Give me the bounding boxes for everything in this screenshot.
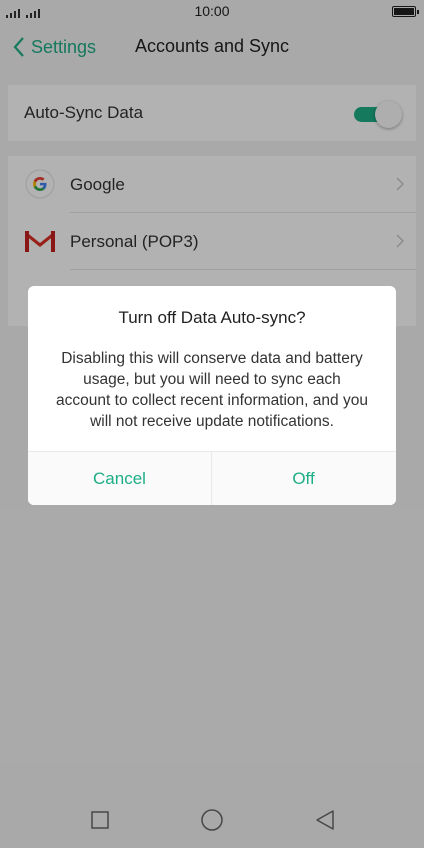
off-button[interactable]: Off — [212, 452, 395, 505]
cancel-button[interactable]: Cancel — [28, 452, 211, 505]
dialog-actions: Cancel Off — [28, 451, 396, 505]
confirm-dialog: Turn off Data Auto-sync? Disabling this … — [28, 286, 396, 505]
dialog-message: Disabling this will conserve data and ba… — [56, 350, 368, 430]
dialog-title: Turn off Data Auto-sync? — [118, 308, 306, 327]
